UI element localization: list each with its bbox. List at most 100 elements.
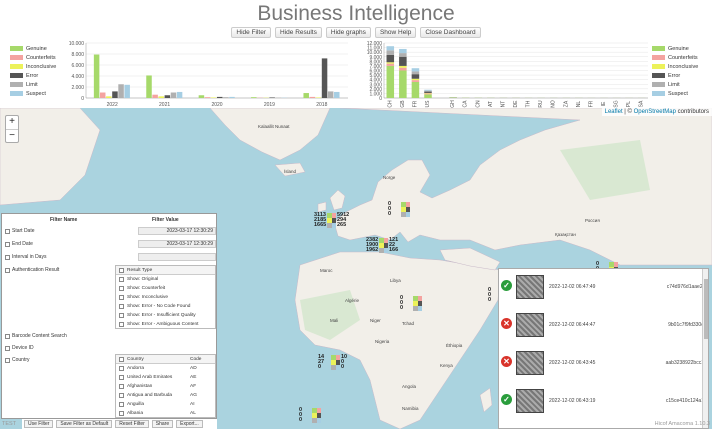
bar-error-2019[interactable] [269,97,275,98]
bar-inconclusive-gb[interactable] [399,65,407,68]
legend-item-genuine[interactable]: Genuine [652,44,698,53]
legend-item-limit[interactable]: Limit [652,80,698,89]
legend-item-genuine[interactable]: Genuine [10,44,56,53]
bar-limit-2022[interactable] [118,84,124,98]
bar-inconclusive-2020[interactable] [210,97,217,98]
interval-input[interactable] [138,253,216,261]
result-type-item[interactable]: Show: Original [116,275,215,284]
end-date-checkbox[interactable] [5,241,10,247]
bar-suspect-gb[interactable] [399,48,407,54]
use-filter-button[interactable]: Use Filter [24,420,54,428]
legend-item-inconclusive[interactable]: Inconclusive [652,62,698,71]
result-row[interactable]: ✓ 2022-12-02 06:47:49 c74d976d1aae2f [499,275,704,299]
country-checkbox[interactable] [5,357,10,363]
bar-genuine-ch[interactable] [386,65,395,98]
result-thumbnail[interactable] [516,389,544,413]
legend-item-suspect[interactable]: Suspect [10,89,56,98]
bar-error-fr[interactable] [411,74,420,79]
bar-inconclusive-2021[interactable] [158,96,164,98]
bar-counterfeits-fr[interactable] [411,80,420,82]
country-item-checkbox[interactable] [119,384,124,389]
result-type-checkbox[interactable] [119,277,124,282]
country-item[interactable]: Anguilla AI [116,400,215,409]
bar-genuine-2018[interactable] [303,93,309,98]
result-thumbnail[interactable] [516,351,544,375]
bar-limit-2018[interactable] [327,91,334,98]
bar-error-us[interactable] [424,91,432,93]
result-type-list[interactable]: Result Type Show: Original Show: Counterf… [115,265,216,329]
result-type-item[interactable]: Show: Error - Ambiguous Content [116,320,215,328]
legend-item-limit[interactable]: Limit [10,80,56,89]
bar-error-gb[interactable] [399,56,407,66]
bar-suspect-2018[interactable] [334,91,340,98]
result-type-checkbox[interactable] [119,295,124,300]
country-list[interactable]: Country Code Andorra AD United Arab Emirate… [115,354,216,418]
bar-limit-gb[interactable] [399,53,407,57]
result-type-checkbox[interactable] [119,286,124,291]
result-thumbnail[interactable] [516,275,544,299]
bar-limit-2021[interactable] [170,92,177,99]
barcode-checkbox[interactable] [5,333,10,339]
bar-suspect-2020[interactable] [229,96,235,98]
result-row[interactable]: ✓ 2022-12-02 06:43:19 c15ce410c124a1 [499,389,704,413]
hide-filter-button[interactable]: Hide Filter [231,27,272,38]
bar-suspect-2022[interactable] [124,84,130,98]
bar-counterfeits-ch[interactable] [386,63,395,66]
bar-genuine-gb[interactable] [399,70,407,99]
hide-graphs-button[interactable]: Hide graphs [325,27,371,38]
start-date-input[interactable]: 2023-03-17 12:30:29 [138,227,216,235]
bar-counterfeits-gb[interactable] [399,67,407,71]
country-item[interactable]: United Arab Emirates AE [116,373,215,382]
bar-genuine-2019[interactable] [251,97,257,98]
bar-genuine-fr[interactable] [411,81,420,98]
bar-inconclusive-2022[interactable] [106,96,112,98]
result-row[interactable]: ✕ 2022-12-02 06:43:45 aab3238922bcc1 [499,351,704,375]
result-type-checkbox[interactable] [119,313,124,318]
result-type-item[interactable]: Show: Error - Insufficient Quality [116,311,215,320]
share-button[interactable]: Share [151,420,174,428]
bar-counterfeits-2021[interactable] [152,94,158,98]
bar-genuine-us[interactable] [424,94,432,98]
bar-limit-ch[interactable] [386,50,395,55]
hide-results-button[interactable]: Hide Results [275,27,322,38]
country-item[interactable]: Antigua and Barbuda AG [116,391,215,400]
close-dashboard-button[interactable]: Close Dashboard [420,27,481,38]
result-type-item[interactable]: Show: Counterfeit [116,284,215,293]
bar-limit-us[interactable] [424,90,432,92]
device-checkbox[interactable] [5,345,10,351]
bar-limit-2020[interactable] [223,97,229,98]
bar-genuine-2020[interactable] [198,95,205,98]
bar-genuine-2021[interactable] [146,75,152,98]
legend-item-inconclusive[interactable]: Inconclusive [10,62,56,71]
result-thumbnail[interactable] [516,313,544,337]
bar-counterfeits-2018[interactable] [309,96,316,98]
leaflet-link[interactable]: Leaflet [605,109,623,115]
country-item-checkbox[interactable] [119,375,124,380]
bar-inconclusive-fr[interactable] [411,78,420,81]
bar-genuine-2022[interactable] [93,54,100,98]
bar-suspect-us[interactable] [424,89,432,91]
legend-item-counterfeits[interactable]: Counterfeits [652,53,698,62]
result-type-item[interactable]: Show: Error - No Code Found [116,302,215,311]
country-item[interactable]: Afghanistan AF [116,382,215,391]
country-item[interactable]: Albania AL [116,409,215,417]
result-row[interactable]: ✕ 2022-12-02 06:44:47 9b01c7f9fd330e [499,313,704,337]
bar-suspect-2021[interactable] [176,91,183,98]
country-item[interactable]: Andorra AD [116,364,215,373]
bar-error-2022[interactable] [112,91,118,98]
country-item-checkbox[interactable] [119,402,124,407]
bar-error-2020[interactable] [217,96,223,98]
bar-error-2021[interactable] [164,95,171,98]
bar-counterfeits-us[interactable] [424,93,432,95]
legend-item-suspect[interactable]: Suspect [652,89,698,98]
results-scroll-thumb[interactable] [704,279,708,339]
bar-limit-fr[interactable] [411,71,420,75]
legend-item-counterfeits[interactable]: Counterfeits [10,53,56,62]
show-help-button[interactable]: Show Help [374,27,417,38]
bar-counterfeits-2020[interactable] [204,97,211,98]
result-type-checkbox[interactable] [119,304,124,309]
interval-checkbox[interactable] [5,254,10,260]
bar-inconclusive-2018[interactable] [315,97,322,98]
zoom-out-button[interactable]: − [6,129,18,142]
result-type-all-checkbox[interactable] [119,267,124,273]
